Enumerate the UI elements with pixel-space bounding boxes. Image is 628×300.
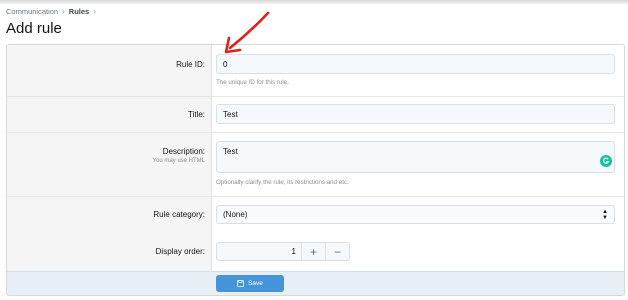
annotation-arrow-icon [224,11,270,54]
